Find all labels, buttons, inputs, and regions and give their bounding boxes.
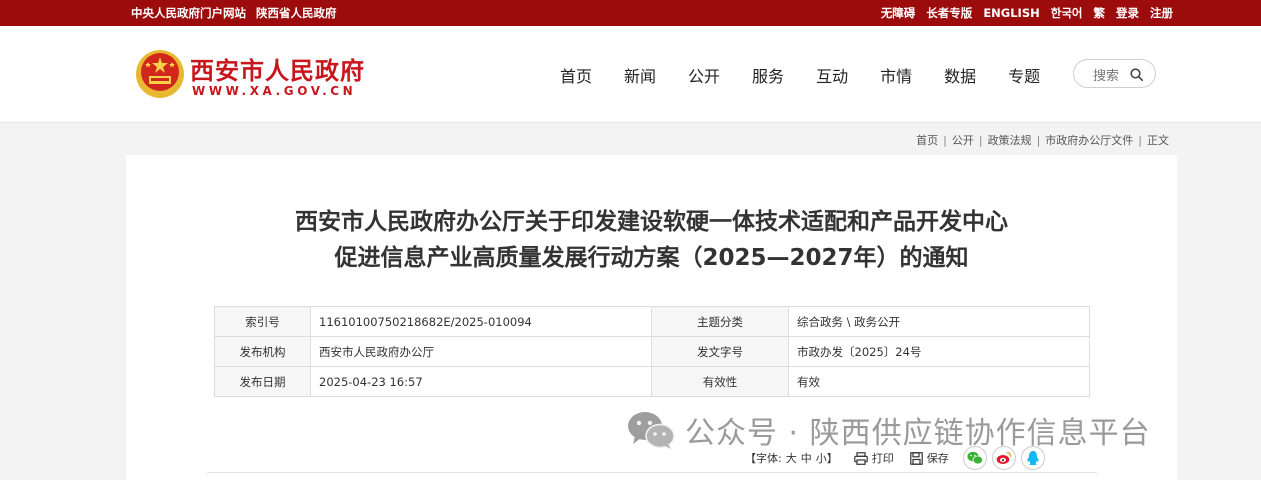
nav-city-info[interactable]: 市情 (880, 63, 912, 87)
share-buttons (962, 446, 1045, 470)
save-label: 保存 (926, 452, 949, 465)
breadcrumb-separator: | (978, 133, 983, 147)
article-tools: 【字体: 大 中 小 】 打印 保存 (745, 446, 1045, 470)
top-bar-right-links: 无障碍 长者专版 ENGLISH 한국어 繁 登录 注册 (881, 0, 1173, 26)
link-login[interactable]: 登录 (1116, 5, 1139, 21)
font-size-small[interactable]: 小 (816, 450, 827, 466)
site-header: 西安市人民政府 WWW.XA.GOV.CN 首页 新闻 公开 服务 互动 市情 … (0, 26, 1261, 123)
share-weibo-button[interactable] (991, 446, 1016, 470)
national-emblem-icon (136, 50, 184, 98)
info-value-index-no: 11610100750218682E/2025-010094 (310, 306, 652, 337)
save-button[interactable]: 保存 (909, 450, 949, 466)
link-shaanxi-gov[interactable]: 陕西省人民政府 (256, 5, 337, 21)
info-key-publish-date: 发布日期 (214, 366, 311, 397)
share-qq-button[interactable] (1020, 446, 1045, 470)
link-traditional[interactable]: 繁 (1094, 5, 1106, 21)
nav-interaction[interactable]: 互动 (816, 63, 848, 87)
article-title-line-2: 促进信息产业高质量发展行动方案（2025—2027年）的通知 (334, 245, 969, 271)
nav-news[interactable]: 新闻 (624, 63, 656, 87)
search-button[interactable]: 搜索 (1073, 59, 1156, 88)
article-title: 西安市人民政府办公厅关于印发建设软硬一体技术适配和产品开发中心 促进信息产业高质… (126, 204, 1177, 276)
site-logo[interactable]: 西安市人民政府 WWW.XA.GOV.CN (134, 46, 384, 106)
nav-data[interactable]: 数据 (944, 63, 976, 87)
breadcrumb-public[interactable]: 公开 (952, 132, 974, 148)
info-key-validity: 有效性 (651, 366, 789, 397)
qq-icon (1027, 451, 1039, 465)
wechat-icon (628, 412, 675, 449)
print-icon (853, 451, 868, 465)
info-key-doc-number: 发文字号 (651, 336, 789, 367)
font-size-label: 【字体: (745, 452, 782, 465)
link-english[interactable]: ENGLISH (983, 6, 1039, 20)
link-accessibility[interactable]: 无障碍 (881, 5, 916, 21)
weibo-icon (996, 451, 1011, 464)
link-central-gov[interactable]: 中央人民政府门户网站 (131, 5, 246, 21)
print-button[interactable]: 打印 (853, 450, 894, 466)
font-size-close-bracket: 】 (826, 452, 838, 465)
breadcrumb-separator: | (943, 133, 947, 147)
info-value-doc-number: 市政办发〔2025〕24号 (788, 336, 1090, 367)
top-bar-left-links: 中央人民政府门户网站 陕西省人民政府 (131, 0, 337, 26)
site-url: WWW.XA.GOV.CN (192, 84, 357, 98)
nav-topics[interactable]: 专题 (1008, 63, 1040, 87)
font-size-medium[interactable]: 中 (801, 450, 812, 466)
wechat-icon (967, 451, 983, 465)
info-value-publish-date: 2025-04-23 16:57 (310, 366, 652, 397)
top-bar: 中央人民政府门户网站 陕西省人民政府 无障碍 长者专版 ENGLISH 한국어 … (0, 0, 1261, 26)
divider (207, 472, 1097, 473)
link-elderly-mode[interactable]: 长者专版 (926, 5, 972, 21)
breadcrumb-current: 正文 (1147, 134, 1169, 147)
link-korean[interactable]: 한국어 (1051, 5, 1083, 21)
site-name: 西安市人民政府 (190, 57, 365, 85)
document-info-table: 索引号 11610100750218682E/2025-010094 主题分类 … (214, 306, 1090, 397)
breadcrumb-office-docs[interactable]: 市政府办公厅文件 (1045, 132, 1133, 148)
breadcrumb-home[interactable]: 首页 (916, 132, 938, 148)
table-row: 索引号 11610100750218682E/2025-010094 主题分类 … (214, 306, 1090, 337)
breadcrumb: 首页 | 公开 | 政策法规 | 市政府办公厅文件 | 正文 (916, 132, 1169, 148)
search-icon (1130, 68, 1143, 81)
font-size-large[interactable]: 大 (786, 450, 797, 466)
print-label: 打印 (871, 452, 894, 465)
info-value-validity: 有效 (788, 366, 1090, 397)
wechat-watermark: 公众号 · 陕西供应链协作信息平台 (627, 410, 1151, 451)
breadcrumb-separator: | (1138, 133, 1142, 147)
nav-services[interactable]: 服务 (752, 63, 784, 87)
link-register[interactable]: 注册 (1150, 5, 1173, 21)
table-row: 发布日期 2025-04-23 16:57 有效性 有效 (214, 366, 1090, 397)
breadcrumb-policy[interactable]: 政策法规 (988, 132, 1032, 148)
article-title-line-1: 西安市人民政府办公厅关于印发建设软硬一体技术适配和产品开发中心 (295, 209, 1008, 235)
nav-public[interactable]: 公开 (688, 63, 720, 87)
info-value-category: 综合政务 \ 政务公开 (788, 306, 1090, 337)
search-label: 搜索 (1093, 69, 1120, 84)
info-value-publisher: 西安市人民政府办公厅 (310, 336, 652, 367)
info-key-category: 主题分类 (651, 306, 789, 337)
share-wechat-button[interactable] (962, 446, 987, 470)
main-nav: 首页 新闻 公开 服务 互动 市情 数据 专题 (560, 63, 1072, 87)
breadcrumb-separator: | (1036, 133, 1041, 147)
table-row: 发布机构 西安市人民政府办公厅 发文字号 市政办发〔2025〕24号 (214, 336, 1090, 367)
save-icon (909, 451, 923, 465)
info-key-publisher: 发布机构 (214, 336, 311, 367)
nav-home[interactable]: 首页 (560, 63, 592, 87)
info-key-index-no: 索引号 (214, 306, 311, 337)
